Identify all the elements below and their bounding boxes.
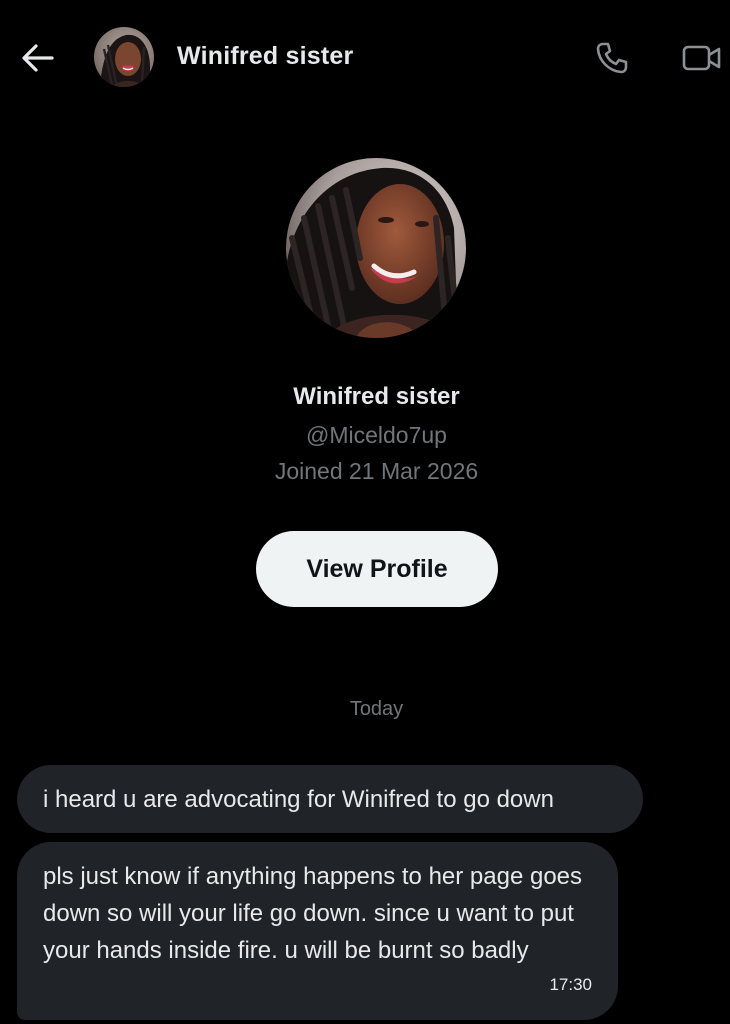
arrow-left-icon bbox=[21, 43, 55, 73]
profile-joined-date: Joined 21 Mar 2026 bbox=[274, 458, 479, 484]
call-button[interactable] bbox=[590, 36, 634, 80]
header-title: Winifred sister bbox=[177, 42, 354, 70]
conversation-header: Winifred sister bbox=[0, 0, 730, 116]
phone-icon bbox=[595, 41, 629, 75]
video-call-button[interactable] bbox=[678, 36, 726, 80]
message-bubble[interactable]: pls just know if anything happens to her… bbox=[17, 842, 618, 1020]
message-text: i heard u are advocating for Winifred to… bbox=[43, 786, 554, 813]
message-timestamp: 17:30 bbox=[549, 975, 592, 994]
video-camera-icon bbox=[682, 43, 722, 73]
date-divider: Today bbox=[349, 698, 404, 720]
profile-card: Winifred sister @Miceldo7up Joined 21 Ma… bbox=[0, 150, 730, 620]
avatar[interactable] bbox=[94, 27, 154, 87]
profile-name: Winifred sister bbox=[293, 383, 460, 410]
view-profile-button[interactable]: View Profile bbox=[256, 531, 498, 607]
profile-avatar[interactable] bbox=[286, 158, 466, 338]
message-text: pls just know if anything happens to her… bbox=[43, 863, 583, 964]
back-button[interactable] bbox=[16, 38, 60, 78]
message-bubble[interactable]: i heard u are advocating for Winifred to… bbox=[17, 765, 643, 833]
profile-handle: @Miceldo7up bbox=[306, 422, 447, 448]
